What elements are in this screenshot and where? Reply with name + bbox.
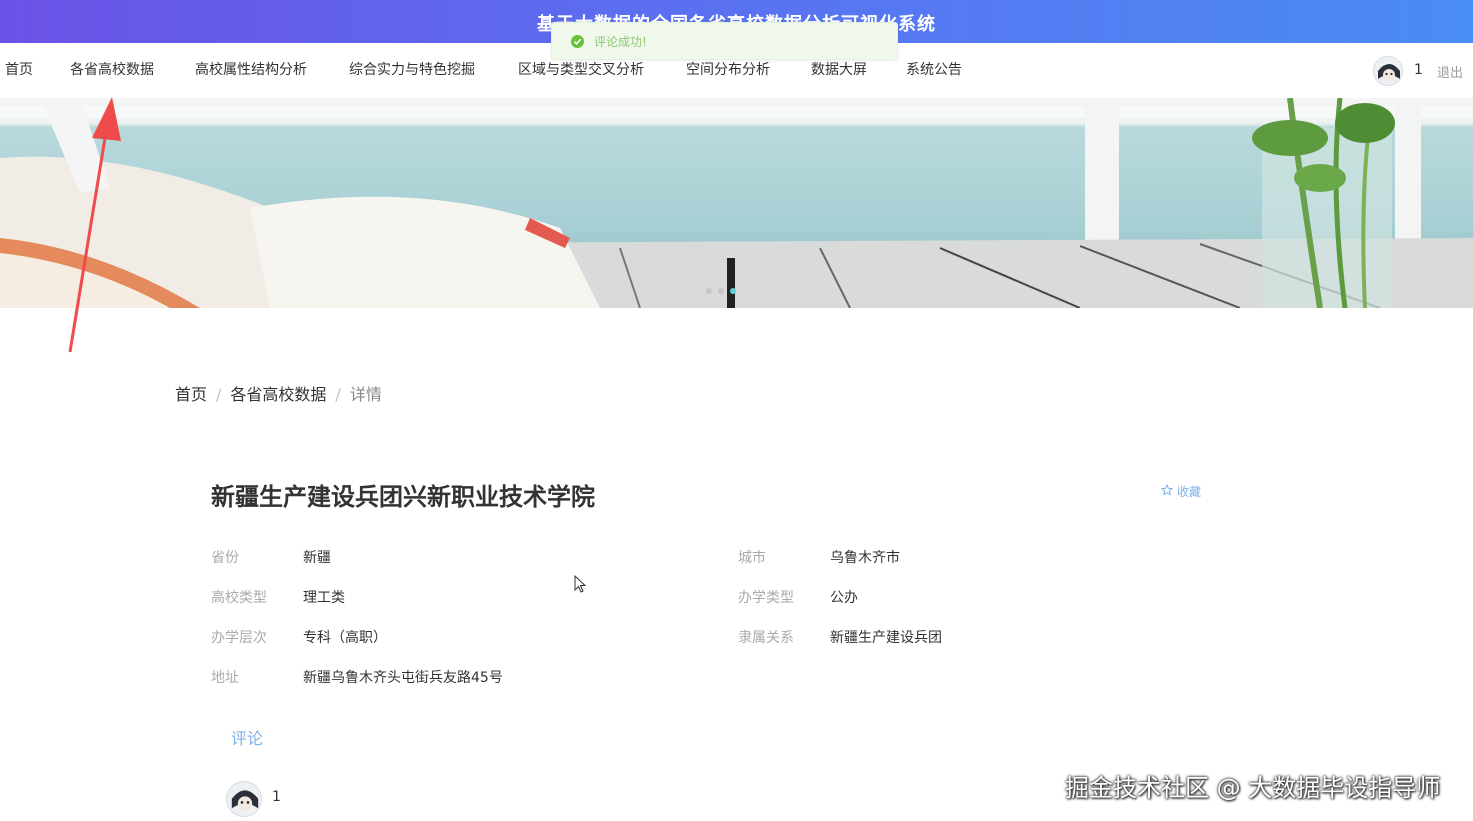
run-type-value: 公办 [830,590,858,606]
school-type-label: 高校类型 [211,590,267,606]
school-name: 新疆生产建设兵团兴新职业技术学院 [211,483,595,511]
breadcrumb-separator: / [216,385,222,404]
breadcrumb-province-data[interactable]: 各省高校数据 [230,385,326,404]
logout-link[interactable]: 退出 [1437,62,1463,81]
province-value: 新疆 [303,550,331,566]
breadcrumb-separator: / [335,385,341,404]
favorite-button[interactable]: 收藏 [1160,483,1202,500]
tab-comments[interactable]: 评论 [231,725,263,749]
breadcrumb-detail: 详情 [349,385,382,404]
banner-carousel[interactable] [0,98,1473,308]
nav-item-announcements[interactable]: 系统公告 [906,43,962,98]
carousel-dot[interactable] [706,288,712,294]
watermark-text: 掘金技术社区 @ 大数据毕设指导师 [1065,774,1441,802]
user-name[interactable]: 1 [1414,62,1423,78]
school-type-value: 理工类 [303,590,345,606]
province-label: 省份 [211,550,239,566]
comment-avatar [226,781,262,817]
nav-item-province-data[interactable]: 各省高校数据 [70,43,154,98]
carousel-dot[interactable] [718,288,724,294]
address-label: 地址 [211,670,239,686]
address-value: 新疆乌鲁木齐头屯街兵友路45号 [303,670,503,686]
city-value: 乌鲁木齐市 [830,550,900,566]
favorite-label: 收藏 [1177,485,1202,499]
user-avatar[interactable] [1373,56,1403,86]
breadcrumb-home[interactable]: 首页 [175,385,207,404]
nav-item-attribute-analysis[interactable]: 高校属性结构分析 [195,43,307,98]
carousel-dot-active[interactable] [730,288,736,294]
run-type-label: 办学类型 [738,590,794,606]
mouse-cursor-icon [574,575,587,593]
affiliation-value: 新疆生产建设兵团 [830,630,942,646]
toast-message: 评论成功! [594,34,647,49]
city-label: 城市 [738,550,766,566]
success-toast: 评论成功! [551,22,898,60]
breadcrumb: 首页 / 各省高校数据 / 详情 [175,381,382,405]
nav-item-strength-mining[interactable]: 综合实力与特色挖掘 [349,43,475,98]
banner-image [0,98,1473,308]
level-value: 专科（高职） [303,630,387,646]
level-label: 办学层次 [211,630,267,646]
nav-item-home[interactable]: 首页 [5,43,33,98]
comment-user-name: 1 [272,789,281,805]
star-outline-icon [1160,483,1174,499]
carousel-indicators[interactable] [706,288,736,294]
affiliation-label: 隶属关系 [738,630,794,646]
check-circle-icon [571,34,584,48]
